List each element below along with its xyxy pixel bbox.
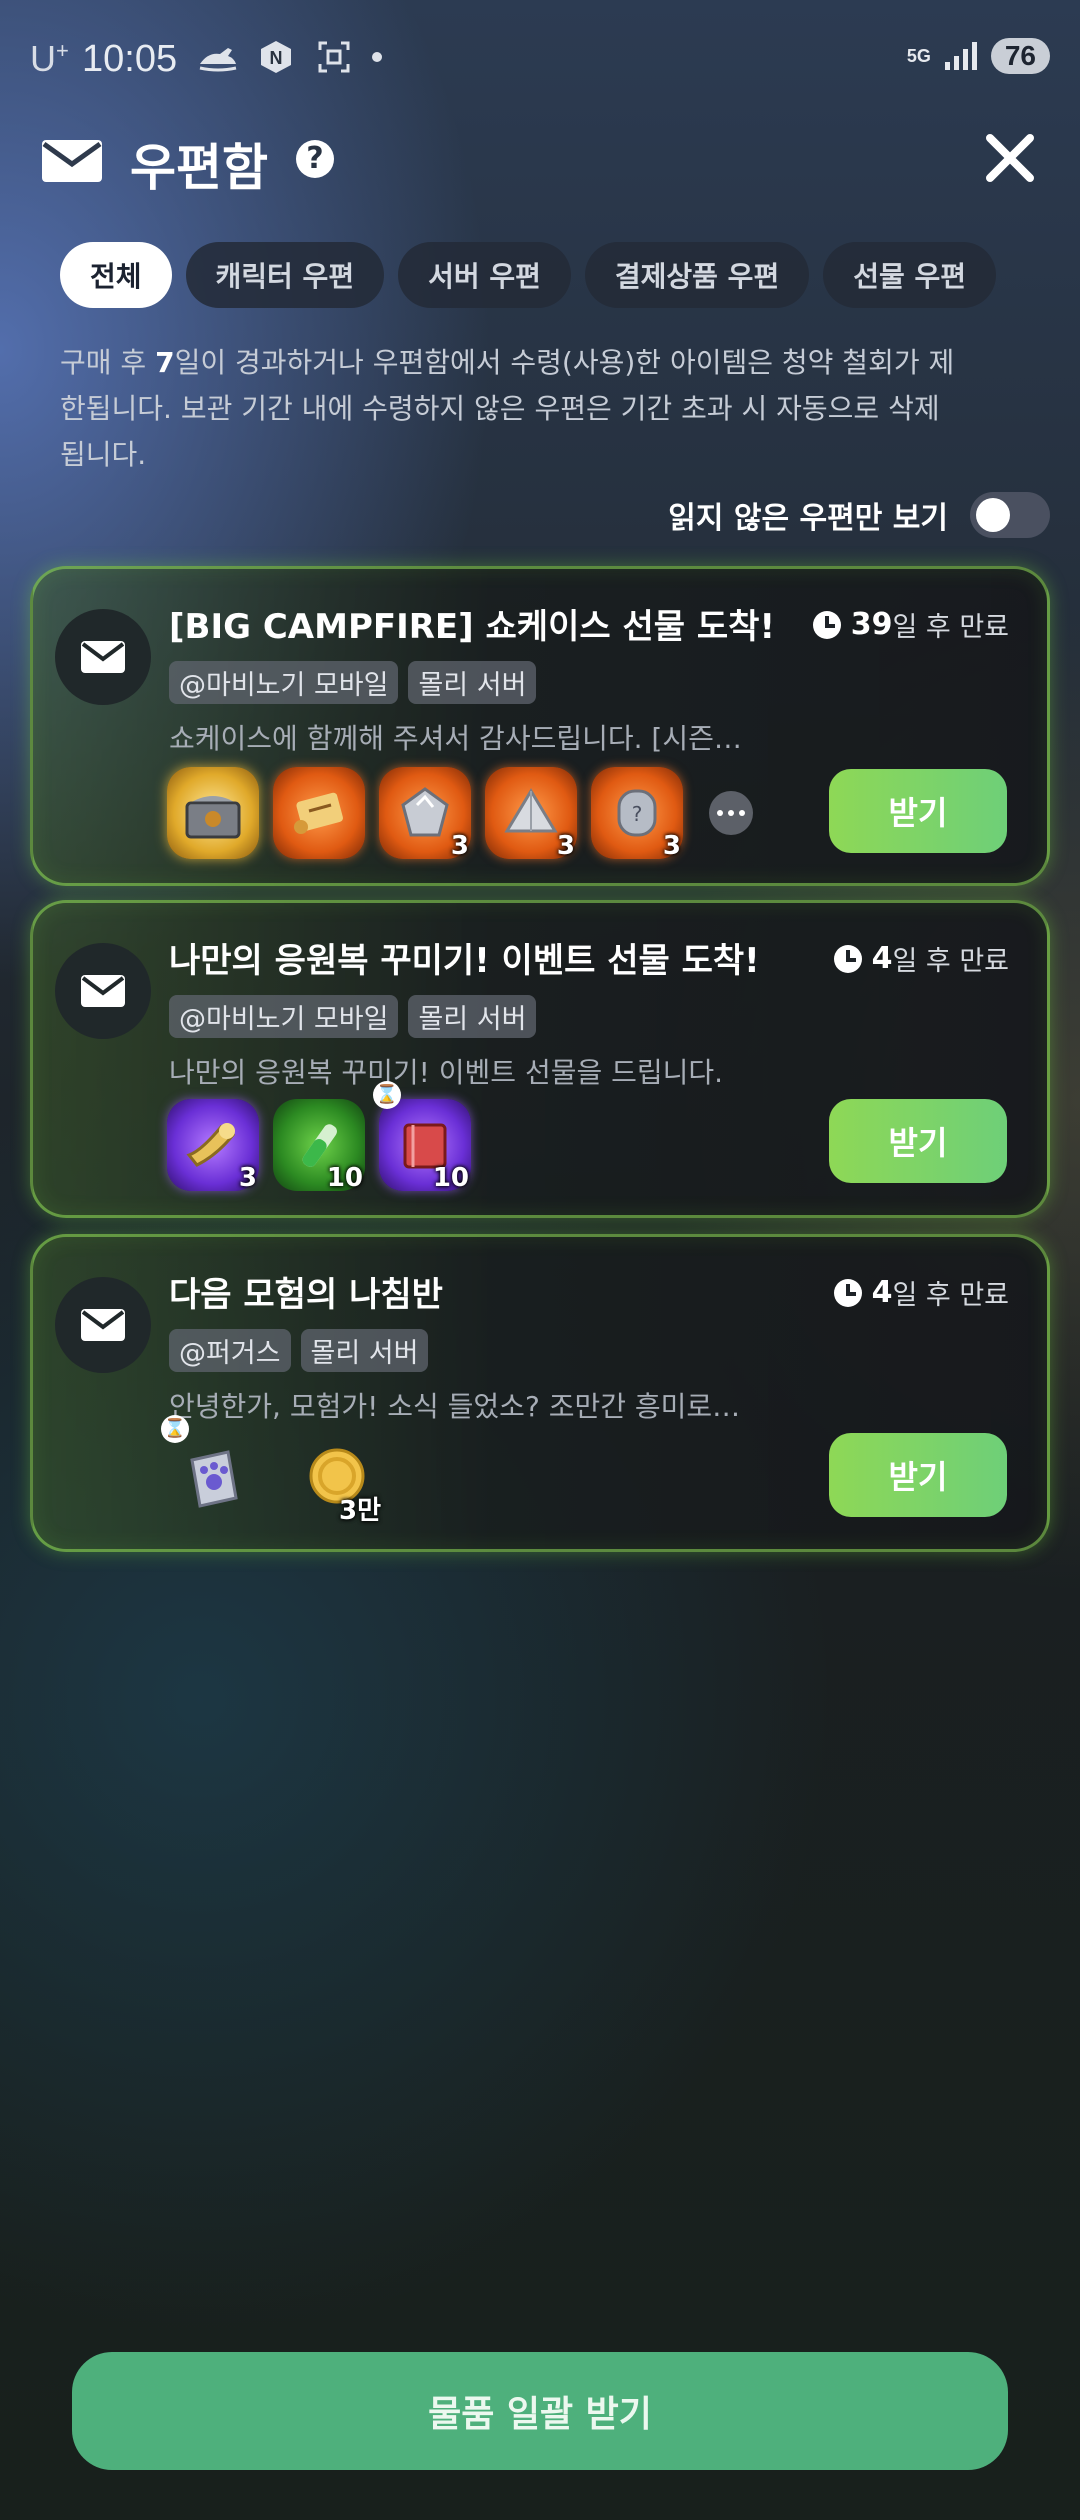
potion-vial-icon[interactable]: 10 (273, 1099, 365, 1193)
mail-expiry: 4일 후 만료 (833, 1273, 1009, 1312)
reward-items: ⌛ 3만 (161, 1415, 383, 1526)
gold-coin-icon[interactable]: 3만 (291, 1433, 383, 1526)
reward-items: 3 10 ⌛ 10 (167, 1081, 471, 1193)
paw-map-icon[interactable]: ⌛ (161, 1415, 259, 1525)
treasure-chest-icon[interactable] (167, 767, 259, 859)
network-type: 5G (906, 46, 931, 66)
screenshot-icon (314, 40, 354, 74)
horn-icon[interactable]: 3 (167, 1099, 259, 1193)
envelope-icon (40, 136, 104, 188)
server-tag: 몰리 서버 (408, 661, 537, 704)
sender-tag: @마비노기 모바일 (169, 995, 399, 1038)
ore-stone-icon[interactable]: 3 (485, 767, 577, 861)
mailbox-header: 우편함 ? (0, 118, 1080, 198)
envelope-icon (55, 1277, 151, 1373)
server-tag: 몰리 서버 (300, 1329, 429, 1372)
mail-tags: @마비노기 모바일 몰리 서버 (169, 661, 537, 704)
dot-icon (372, 52, 382, 62)
tab-gift-mail[interactable]: 선물 우편 (823, 242, 996, 308)
reward-items: 3 3 ? 3 (167, 767, 753, 861)
svg-text:N: N (270, 48, 283, 68)
mail-title: 다음 모험의 나침반 (169, 1275, 443, 1315)
claim-button[interactable]: 받기 (829, 769, 1007, 853)
hourglass-icon: ⌛ (161, 1415, 189, 1443)
unread-filter: 읽지 않은 우편만 보기 (668, 492, 1050, 538)
tab-purchase-mail[interactable]: 결제상품 우편 (584, 242, 810, 308)
mail-item[interactable]: 다음 모험의 나침반 4일 후 만료 @퍼거스 몰리 서버 안녕한가, 모험가!… (30, 1234, 1050, 1552)
mail-category-tabs: 전체 캐릭터 우편 서버 우편 결제상품 우편 선물 우편 (60, 242, 996, 308)
mail-expiry: 39 일 후 만료 (812, 605, 1009, 644)
refund-notice: 구매 후 7일이 경과하거나 우편함에서 수령(사용)한 아이템은 청약 철회가… (60, 346, 955, 471)
unread-toggle-switch[interactable] (970, 492, 1050, 538)
battery-level: 76 (990, 38, 1050, 74)
claim-button[interactable]: 받기 (829, 1433, 1007, 1517)
unread-toggle-label: 읽지 않은 우편만 보기 (668, 501, 948, 536)
scroll-icon[interactable] (273, 767, 365, 859)
mail-item[interactable]: 나만의 응원복 꾸미기! 이벤트 선물 도착! 4일 후 만료 @마비노기 모바… (30, 900, 1050, 1218)
signal-icon (944, 42, 977, 70)
svg-text:?: ? (632, 802, 643, 826)
tab-character-mail[interactable]: 캐릭터 우편 (185, 242, 385, 308)
claim-all-button[interactable]: 물품 일괄 받기 (72, 2352, 1008, 2470)
clock-icon (812, 610, 841, 639)
system-indicators: 5G 76 (907, 38, 1050, 74)
mail-preview: 쇼케이스에 함께해 주셔서 감사드립니다. [시즌… (169, 722, 742, 755)
claim-button[interactable]: 받기 (829, 1099, 1007, 1183)
toggle-knob (976, 498, 1010, 532)
more-items-button[interactable] (709, 791, 753, 835)
dye-book-icon[interactable]: ⌛ 10 (373, 1081, 471, 1193)
tab-all[interactable]: 전체 (60, 242, 172, 308)
mail-tags: @퍼거스 몰리 서버 (169, 1329, 429, 1372)
mail-preview: 나만의 응원복 꾸미기! 이벤트 선물을 드립니다. (169, 1056, 724, 1089)
mail-tags: @마비노기 모바일 몰리 서버 (169, 995, 537, 1038)
hourglass-icon: ⌛ (373, 1081, 401, 1109)
notification-icons: N (198, 40, 382, 74)
rune-stone-icon[interactable]: ? 3 (591, 767, 683, 861)
mail-title: [BIG CAMPFIRE] 쇼케이스 선물 도착! (169, 607, 775, 647)
mail-expiry: 4일 후 만료 (833, 939, 1009, 978)
sender-tag: @퍼거스 (169, 1329, 291, 1372)
mail-item[interactable]: [BIG CAMPFIRE] 쇼케이스 선물 도착! 39 일 후 만료 @마비노… (30, 566, 1050, 886)
carrier-label: U+ (30, 38, 69, 79)
page-title: 우편함 (130, 139, 268, 197)
n-app-icon: N (256, 40, 296, 74)
help-icon[interactable]: ? (296, 140, 334, 178)
server-tag: 몰리 서버 (408, 995, 537, 1038)
sender-tag: @마비노기 모바일 (169, 661, 399, 704)
clock-icon (833, 944, 862, 973)
mail-title: 나만의 응원복 꾸미기! 이벤트 선물 도착! (169, 941, 760, 981)
envelope-icon (55, 943, 151, 1039)
envelope-icon (55, 609, 151, 705)
jet-ski-icon (198, 40, 238, 74)
clock-icon (833, 1278, 862, 1307)
mail-preview: 안녕한가, 모험가! 소식 들었소? 조만간 흥미로… (169, 1390, 741, 1423)
status-bar: U+ 10:05 N 5G 76 (0, 0, 1080, 120)
gem-stone-icon[interactable]: 3 (379, 767, 471, 861)
tab-server-mail[interactable]: 서버 우편 (398, 242, 571, 308)
close-icon[interactable] (980, 128, 1040, 188)
clock-time: 10:05 (82, 38, 178, 80)
